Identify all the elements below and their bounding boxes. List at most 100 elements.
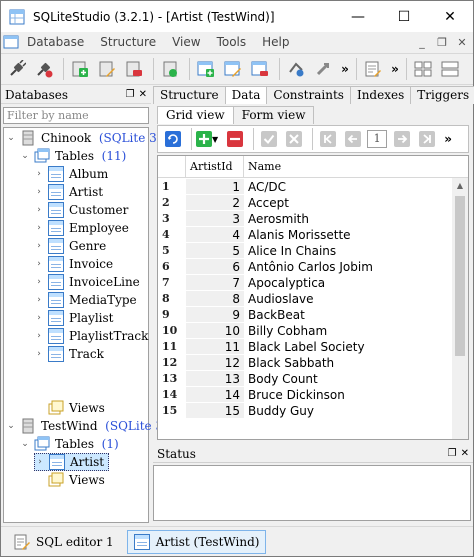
tab-form-view[interactable]: Form view [232,106,315,124]
tile-windows-button[interactable] [411,57,435,81]
table-row[interactable]: 11 11 Black Label Society [158,339,454,355]
tab-structure[interactable]: Structure [153,86,226,104]
tree-node-table[interactable]: › PlaylistTrack [34,327,148,345]
cell-name[interactable]: Accept [244,195,454,211]
cell-artistid[interactable]: 8 [186,291,244,307]
expand-arrow-icon[interactable]: › [34,259,44,269]
expand-arrow-icon[interactable]: › [34,295,44,305]
tree-node-chinook[interactable]: ⌄ Chinook (SQLite 3) [6,129,161,147]
expand-arrow-icon[interactable]: › [34,205,44,215]
grid-vertical-scrollbar[interactable]: ▲ [452,178,468,439]
cell-artistid[interactable]: 4 [186,227,244,243]
status-float-button[interactable]: ❐ [448,448,457,459]
mdi-restore-button[interactable]: ❐ [435,35,449,49]
edit-database-button[interactable] [95,57,119,81]
tab-indexes[interactable]: Indexes [349,86,412,104]
cell-artistid[interactable]: 15 [186,403,244,419]
table-row[interactable]: 4 4 Alanis Morissette [158,227,454,243]
tree-node-testwind-views[interactable]: Views [34,471,105,489]
connect-button[interactable] [5,57,29,81]
cell-name[interactable]: Alanis Morissette [244,227,454,243]
column-header-artistid[interactable]: ArtistId [186,156,244,177]
tree-node-table[interactable]: › Track [34,345,104,363]
cell-artistid[interactable]: 10 [186,323,244,339]
tab-data[interactable]: Data [224,86,268,104]
cell-artistid[interactable]: 14 [186,387,244,403]
toolbar-overflow-button[interactable]: » [338,62,352,76]
refresh-database-button[interactable] [158,57,182,81]
table-row[interactable]: 3 3 Aerosmith [158,211,454,227]
table-row[interactable]: 6 6 Antônio Carlos Jobim [158,259,454,275]
task-sql-editor[interactable]: SQL editor 1 [7,530,121,554]
cell-artistid[interactable]: 2 [186,195,244,211]
maximize-button[interactable]: ☐ [381,1,427,32]
menu-tools[interactable]: Tools [209,35,255,49]
import-button[interactable] [284,57,308,81]
collapse-arrow-icon[interactable]: ⌄ [6,133,16,143]
expand-arrow-icon[interactable]: › [34,187,44,197]
mdi-window-icon[interactable] [3,34,19,50]
cell-artistid[interactable]: 13 [186,371,244,387]
cell-artistid[interactable]: 11 [186,339,244,355]
cell-artistid[interactable]: 6 [186,259,244,275]
tree-node-chinook-tables[interactable]: ⌄ Tables (11) [20,147,126,165]
expand-arrow-icon[interactable]: › [34,331,44,341]
expand-arrow-icon[interactable]: › [34,169,44,179]
previous-page-button[interactable] [342,128,364,150]
cell-name[interactable]: Audioslave [244,291,454,307]
table-row[interactable]: 14 14 Bruce Dickinson [158,387,454,403]
table-row[interactable]: 8 8 Audioslave [158,291,454,307]
delete-table-button[interactable] [248,57,272,81]
table-row[interactable]: 5 5 Alice In Chains [158,243,454,259]
expand-arrow-icon[interactable]: › [34,277,44,287]
export-button[interactable] [311,57,335,81]
tree-node-table[interactable]: › Customer [34,201,128,219]
cell-name[interactable]: Billy Cobham [244,323,454,339]
tree-node-testwind[interactable]: ⌄ TestWind (SQLite 3) [6,417,168,435]
minimize-button[interactable]: — [335,1,381,32]
scroll-up-icon[interactable]: ▲ [452,178,468,194]
cell-name[interactable]: Black Sabbath [244,355,454,371]
task-artist-testwind[interactable]: Artist (TestWind) [126,529,267,554]
tree-node-testwind-artist[interactable]: › Artist [34,453,110,471]
mdi-close-button[interactable]: ✕ [455,35,469,49]
cell-name[interactable]: Buddy Guy [244,403,454,419]
table-row[interactable]: 2 2 Accept [158,195,454,211]
toolbar-overflow-button-2[interactable]: » [388,62,402,76]
sql-editor-button[interactable] [361,57,385,81]
tree-node-table[interactable]: › Invoice [34,255,113,273]
tree-node-table[interactable]: › Playlist [34,309,114,327]
filter-input[interactable]: Filter by name [3,107,149,124]
first-page-button[interactable] [317,128,339,150]
expand-arrow-icon[interactable]: › [34,223,44,233]
cell-name[interactable]: Bruce Dickinson [244,387,454,403]
grid-toolbar-overflow-button[interactable]: » [441,132,455,146]
next-page-button[interactable] [391,128,413,150]
table-row[interactable]: 13 13 Body Count [158,371,454,387]
cell-name[interactable]: Aerosmith [244,211,454,227]
table-row[interactable]: 7 7 Apocalyptica [158,275,454,291]
cell-artistid[interactable]: 9 [186,307,244,323]
tab-triggers[interactable]: Triggers [410,86,474,104]
insert-row-button[interactable] [196,128,212,150]
table-row[interactable]: 12 12 Black Sabbath [158,355,454,371]
cell-name[interactable]: Body Count [244,371,454,387]
expand-arrow-icon[interactable]: › [35,457,45,467]
tree-node-testwind-tables[interactable]: ⌄ Tables (1) [20,435,119,453]
menu-database[interactable]: Database [19,35,92,49]
close-button[interactable]: ✕ [427,1,473,32]
disconnect-button[interactable] [32,57,56,81]
tree-node-table[interactable]: › InvoiceLine [34,273,140,291]
commit-button[interactable] [258,128,280,150]
rollback-button[interactable] [283,128,305,150]
tree-node-chinook-views[interactable]: Views [34,399,105,417]
insert-row-dropdown-icon[interactable]: ▼ [212,135,218,144]
cell-name[interactable]: Apocalyptica [244,275,454,291]
expand-arrow-icon[interactable]: › [34,349,44,359]
cell-name[interactable]: Black Label Society [244,339,454,355]
scroll-thumb[interactable] [455,196,465,356]
cell-artistid[interactable]: 3 [186,211,244,227]
table-row[interactable]: 15 15 Buddy Guy [158,403,454,419]
tree-node-table[interactable]: › Genre [34,237,106,255]
expand-arrow-icon[interactable]: › [34,241,44,251]
